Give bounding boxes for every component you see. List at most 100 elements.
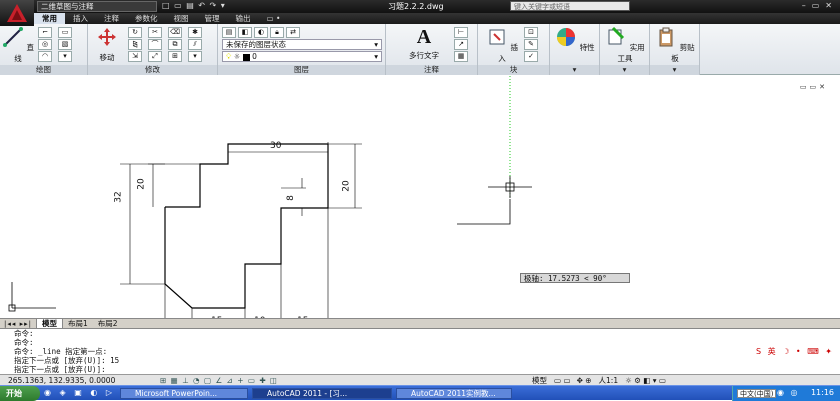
create-block-icon[interactable]: ⊡	[524, 27, 538, 38]
modify-more-icon[interactable]: ▾	[188, 51, 202, 62]
explode-icon[interactable]: ✱	[188, 27, 202, 38]
tab-layout1[interactable]: 布局1	[63, 319, 93, 328]
clipboard-panel-more[interactable]: ▾	[650, 65, 699, 75]
command-window[interactable]: 命令: 命令: 命令: _line 指定第一点: 指定下一点或 [放弃(U)]:…	[0, 328, 840, 374]
circle-icon[interactable]: ◎	[38, 39, 52, 50]
tray-icons[interactable]: ◉ ◎	[777, 388, 800, 397]
workspace-switcher[interactable]: 二维草图与注释	[37, 1, 157, 12]
drafting-toggles[interactable]: ⊞ ▦ ⊥ ◔ ▢ ∠ ⊿ + ▭ ✚ ◫	[160, 376, 278, 385]
tab-annotate[interactable]: 注释	[96, 13, 127, 24]
quick-view-icon[interactable]: ▭ ▭	[551, 376, 574, 385]
modify-panel-label[interactable]: 修改	[88, 65, 217, 75]
dimension-lines	[120, 142, 362, 318]
line-button[interactable]: 直线	[2, 26, 34, 64]
clipboard-button[interactable]: 剪贴板	[654, 26, 696, 64]
trim-icon[interactable]: ✂	[148, 27, 162, 38]
polyline-icon[interactable]: ⌐	[38, 27, 52, 38]
status-bar: 265.1363, 132.9335, 0.0000 ⊞ ▦ ⊥ ◔ ▢ ∠ ⊿…	[0, 374, 840, 385]
start-button[interactable]: 开始	[0, 386, 40, 401]
move-button[interactable]: 移动	[92, 26, 122, 63]
layers-panel-label[interactable]: 图层	[218, 65, 385, 75]
ime-toolbar[interactable]: S 英 ☽ • ⌨ ✦	[756, 346, 834, 357]
tab-layout2[interactable]: 布局2	[93, 319, 123, 328]
command-input[interactable]: 指定下一点或 [放弃(U)]:	[14, 365, 840, 374]
layer-lock-icon[interactable]: 🔒︎	[270, 27, 284, 38]
draw-panel-label[interactable]: 绘图	[0, 65, 87, 75]
properties-button[interactable]: 特性	[554, 26, 596, 53]
scale-icon[interactable]: ⤢	[148, 51, 162, 62]
taskbar: 开始 ◉ ◈ ▣ ◐ ▷ » Microsoft PowerPoin... Au…	[0, 385, 840, 401]
layer-match-icon[interactable]: ⇄	[286, 27, 300, 38]
draw-more-icon[interactable]: ▾	[58, 51, 72, 62]
tab-manage[interactable]: 管理	[197, 13, 228, 24]
close-icon[interactable]: ✕	[819, 83, 828, 91]
quick-access-toolbar[interactable]: □ ▭ ▤ ↶ ↷ ▾	[162, 1, 226, 10]
restore-icon[interactable]: ▭	[810, 83, 820, 91]
edit-block-icon[interactable]: ✎	[524, 39, 538, 50]
layer-properties-icon[interactable]: ▤	[222, 27, 236, 38]
hatch-icon[interactable]: ▧	[58, 39, 72, 50]
quick-launch-icons[interactable]: ◉ ◈ ▣ ◐ ▷ »	[44, 388, 128, 397]
drawing-svg[interactable]	[0, 76, 840, 318]
rotate-icon[interactable]: ↻	[128, 27, 142, 38]
document-title: 习题2.2.2.dwg	[388, 2, 444, 11]
task-label: AutoCAD 2011 - [习...	[267, 389, 348, 398]
insert-button[interactable]: 插入	[484, 26, 520, 64]
table-icon[interactable]: ▦	[454, 51, 468, 62]
close-icon[interactable]: ✕	[825, 1, 838, 10]
ime-tools-icon[interactable]: ☽ • ⌨ ✦	[782, 347, 834, 356]
properties-label: 特性	[579, 43, 595, 52]
leader-icon[interactable]: ↗	[454, 39, 468, 50]
restore-icon[interactable]: ▭	[812, 1, 826, 10]
layer-isolate-icon[interactable]: ◧	[238, 27, 252, 38]
properties-panel-more[interactable]: ▾	[550, 65, 599, 75]
taskbar-item-autocad-1[interactable]: AutoCAD 2011 - [习...	[252, 388, 392, 399]
dimension-icon[interactable]: ⊢	[454, 27, 468, 38]
annotation-panel-label[interactable]: 注释	[386, 65, 477, 75]
task-label: Microsoft PowerPoin...	[135, 389, 218, 398]
drawing-canvas[interactable]: 30 20 32 20 8 15 10 15 48 极轴: 17.5273 < …	[0, 76, 840, 387]
offset-icon[interactable]: ⫽	[188, 39, 202, 50]
attribute-icon[interactable]: ✓	[524, 51, 538, 62]
arc-icon[interactable]: ◠	[38, 51, 52, 62]
pan-icon[interactable]: ✥ ⊕	[574, 376, 595, 385]
tab-insert[interactable]: 插入	[65, 13, 96, 24]
utilities-panel-more[interactable]: ▾	[600, 65, 649, 75]
minimize-icon[interactable]: ▭	[800, 83, 810, 91]
rectangle-icon[interactable]: ▭	[58, 27, 72, 38]
language-indicator[interactable]: 中文(中国)	[737, 389, 777, 398]
tab-extra[interactable]: ▭ •	[259, 13, 289, 24]
line-icon	[3, 27, 24, 47]
layer-state-dropdown[interactable]: 未保存的图层状态 ▾	[222, 39, 382, 50]
fillet-icon[interactable]: ⌒	[148, 39, 162, 50]
tools-icon	[608, 26, 625, 45]
viewport-controls[interactable]: ▭▭✕	[800, 83, 828, 91]
erase-icon[interactable]: ⌫	[168, 27, 182, 38]
command-line: 指定下一点或 [放弃(U)]: 15	[14, 356, 120, 365]
stretch-icon[interactable]: ⇲	[128, 51, 142, 62]
autocad-logo-icon	[7, 4, 27, 22]
sogou-icon: S	[756, 347, 764, 356]
multiline-text-button[interactable]: A 多行文字	[402, 26, 446, 61]
array-icon[interactable]: ⊞	[168, 51, 182, 62]
ime-language[interactable]: 英	[768, 347, 778, 356]
application-menu-button[interactable]	[0, 0, 34, 26]
tab-model[interactable]: 模型	[36, 318, 63, 329]
taskbar-item-autocad-2[interactable]: AutoCAD 2011实例教...	[396, 388, 512, 399]
copy-icon[interactable]: ⧉	[168, 39, 182, 50]
window-controls[interactable]: –▭✕	[802, 1, 838, 10]
taskbar-item-powerpoint[interactable]: Microsoft PowerPoin...	[120, 388, 248, 399]
layer-off-icon[interactable]: ◐	[254, 27, 268, 38]
layout-nav-icon[interactable]: |◂◂ ▸▸|	[0, 320, 36, 328]
tab-home[interactable]: 常用	[34, 13, 65, 24]
layer-dropdown[interactable]: 💡︎ ☼ 0 ▾	[222, 51, 382, 62]
block-panel-label[interactable]: 块	[478, 65, 549, 75]
tab-view[interactable]: 视图	[166, 13, 197, 24]
tab-parametric[interactable]: 参数化	[127, 13, 166, 24]
mirror-icon[interactable]: ⧎	[128, 39, 142, 50]
tab-output[interactable]: 输出	[228, 13, 259, 24]
workspace-icon[interactable]: ☼ ⚙ ◧ ▾ ▭	[622, 376, 669, 385]
search-input[interactable]: 键入关键字或短语	[510, 1, 630, 11]
minimize-icon[interactable]: –	[802, 1, 812, 10]
utilities-button[interactable]: 实用工具	[604, 26, 646, 64]
